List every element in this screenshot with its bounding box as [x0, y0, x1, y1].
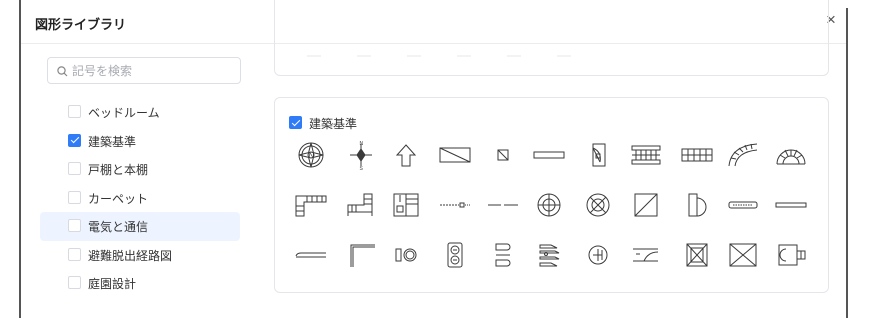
crossed-box-icon[interactable] — [725, 240, 761, 270]
diagonal-square-icon[interactable] — [628, 190, 664, 220]
corner-wall-icon[interactable] — [343, 240, 379, 270]
rounded-slot-icon[interactable] — [485, 240, 521, 270]
search-icon — [57, 66, 68, 77]
half-circle-door-icon[interactable] — [679, 190, 715, 220]
ramp-icon[interactable] — [628, 240, 664, 270]
category-list: ベッドルーム 建築基準戸棚と本棚カーペット電気と通信避難脱出経路図 庭園設計 — [40, 98, 240, 298]
beam-line-icon[interactable] — [293, 240, 329, 270]
dashed-line-icon[interactable] — [437, 190, 473, 220]
category-item[interactable]: 電気と通信 — [40, 212, 240, 241]
category-checkbox[interactable] — [68, 190, 81, 204]
up-arrow-icon[interactable] — [388, 140, 424, 170]
category-item[interactable]: ベッドルーム — [40, 98, 240, 127]
category-item[interactable]: 庭園設計 — [40, 269, 240, 298]
wall-rail-icon[interactable] — [679, 140, 715, 170]
wc-fixture-icon[interactable] — [773, 240, 809, 270]
thin-bar-icon[interactable] — [773, 190, 809, 220]
window-railing-icon[interactable] — [628, 140, 664, 170]
category-item[interactable]: 避難脱出経路図 — [40, 241, 240, 270]
short-dash-line-icon[interactable] — [485, 190, 521, 220]
category-label: カーペット — [88, 191, 149, 206]
category-label: ベッドルーム — [88, 106, 160, 120]
door-swing-icon[interactable] — [580, 140, 616, 170]
double-circle-icon[interactable] — [388, 240, 424, 270]
section-label: 建築基準 — [309, 117, 358, 131]
circle-cross-icon[interactable] — [580, 190, 616, 220]
circle-plus-icon[interactable] — [580, 240, 616, 270]
search-input[interactable] — [72, 62, 232, 80]
dialog-title: 図形ライブラリ — [35, 17, 127, 32]
svg-text:N: N — [309, 151, 315, 160]
category-checkbox[interactable] — [68, 162, 81, 175]
crossed-square-icon[interactable] — [679, 240, 715, 270]
category-label: 戸棚と本棚 — [88, 163, 149, 177]
compass-rose-icon[interactable]: N — [293, 140, 329, 170]
category-label: 庭園設計 — [88, 277, 137, 291]
circle-grid-icon[interactable] — [531, 190, 567, 220]
category-checkbox[interactable] — [68, 133, 81, 147]
svg-text:N: N — [360, 141, 364, 147]
section-checkbox[interactable] — [289, 116, 302, 129]
search-field[interactable] — [47, 57, 241, 84]
category-label: 電気と通信 — [88, 220, 149, 234]
diagonal-rectangle-icon[interactable] — [437, 140, 473, 170]
category-label: 避難脱出経路図 — [88, 248, 173, 263]
category-checkbox[interactable] — [68, 105, 81, 118]
spiral-stair-icon[interactable] — [773, 140, 809, 170]
category-label: 建築基準 — [88, 134, 137, 149]
stair-landing-icon[interactable] — [388, 190, 424, 220]
category-checkbox[interactable] — [68, 219, 81, 232]
faint-symbols-row — [307, 55, 607, 57]
category-item[interactable]: 建築基準 — [40, 127, 240, 156]
curved-stair-icon[interactable] — [725, 140, 761, 170]
l-stair-left-icon[interactable] — [293, 190, 329, 220]
category-item[interactable]: 戸棚と本棚 — [40, 155, 240, 184]
window-frame-right — [846, 8, 848, 318]
l-stair-right-icon[interactable] — [343, 190, 379, 220]
flat-rectangle-icon[interactable] — [531, 140, 567, 170]
previous-section-panel — [274, 0, 829, 76]
category-item[interactable]: カーペット — [40, 184, 240, 213]
svg-text:S: S — [360, 166, 364, 170]
shape-library-dialog: 図形ライブラリ × ベッドルーム建築基準戸棚と本棚カーペット電気と通信避難脱出経… — [21, 0, 846, 318]
small-square-icon[interactable] — [485, 140, 521, 170]
section-panel: 建築基準 NNS — [274, 97, 829, 293]
category-checkbox[interactable] — [68, 276, 81, 289]
socket-pair-icon[interactable] — [437, 240, 473, 270]
category-checkbox[interactable] — [68, 247, 81, 261]
north-arrow-icon[interactable]: NS — [343, 140, 379, 170]
stacked-fixture-icon[interactable] — [531, 240, 567, 270]
vent-grille-icon[interactable] — [725, 190, 761, 220]
